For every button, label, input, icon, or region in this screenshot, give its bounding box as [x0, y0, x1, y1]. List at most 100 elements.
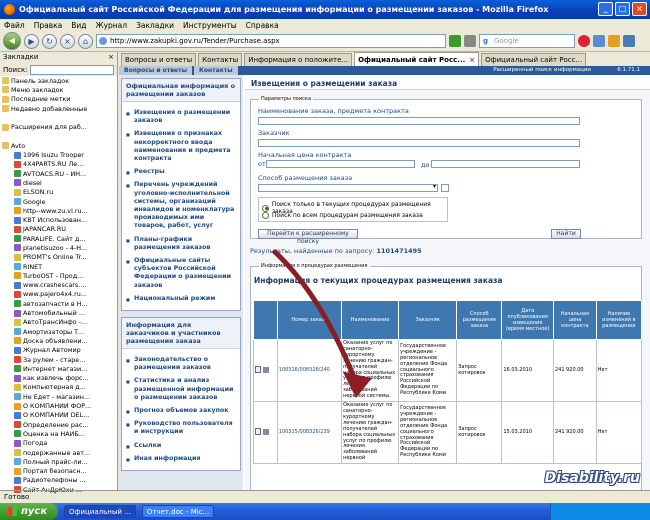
bookmark-item[interactable]: Интернет магази...	[0, 364, 117, 373]
nav-link[interactable]: Официальные сайты субъектов Российской Ф…	[126, 257, 236, 290]
tab-official-site[interactable]: Официальный сайт Росс...	[481, 53, 587, 66]
nav-link[interactable]: Ссылки	[126, 442, 236, 451]
nav-link[interactable]: Руководство пользователя и инструкции	[126, 420, 236, 436]
menu-bookmarks[interactable]: Закладки	[136, 21, 174, 30]
document-icon[interactable]	[255, 365, 261, 373]
bookmark-item[interactable]: Расширения для раб...	[0, 122, 117, 131]
tab-questions[interactable]: Вопросы и ответы	[121, 53, 197, 66]
sidebar-search-input[interactable]	[29, 64, 114, 75]
menu-view[interactable]: Вид	[71, 21, 86, 30]
bookmark-item[interactable]: KBT Использован...	[0, 215, 117, 224]
nav-link[interactable]: Статистика и анализ размещенной информац…	[126, 377, 236, 402]
site-header-link-contacts[interactable]: Контакты	[194, 66, 238, 75]
bookmark-item[interactable]: Google	[0, 197, 117, 206]
start-button[interactable]: пуск	[0, 503, 58, 520]
bookmark-item[interactable]: За рулем - старе...	[0, 355, 117, 364]
bookmark-item[interactable]: О КОМПАНИИ DEL...	[0, 411, 117, 420]
nav-link[interactable]: Планы-графики размещения заказов	[126, 236, 236, 252]
stop-button[interactable]: ×	[60, 33, 75, 49]
bookmark-item[interactable]: Недавно добавленные	[0, 104, 117, 113]
forward-button[interactable]: ▶	[24, 33, 39, 49]
advanced-info-link[interactable]: Расширенный поиск информации	[493, 67, 591, 73]
nav-link[interactable]: Реестры	[126, 168, 236, 177]
minimize-button[interactable]: _	[598, 2, 613, 16]
bookmark-item[interactable]: www.crashescars....	[0, 281, 117, 290]
bookmark-item[interactable]: Журнал Автомир	[0, 346, 117, 355]
bookmark-item[interactable]: подержанные авт...	[0, 448, 117, 457]
bookmark-item[interactable]: Портал безопасн...	[0, 466, 117, 475]
tab-close-icon[interactable]: ×	[469, 56, 475, 64]
extension-icon[interactable]	[608, 35, 620, 47]
bookmark-item[interactable]: Оценка на НАИБ...	[0, 429, 117, 438]
task-firefox[interactable]: Официальный ...	[64, 505, 136, 518]
bookmark-item[interactable]: RINET	[0, 262, 117, 271]
price-from-input[interactable]	[266, 160, 415, 168]
cell-number[interactable]: 100316/008326/240	[276, 338, 343, 403]
bookmark-item[interactable]: Меню закладок	[0, 85, 117, 94]
cell-number[interactable]: 100315/008326/239	[276, 401, 343, 465]
back-button[interactable]: ◀	[3, 32, 21, 50]
bookmark-item[interactable]: 1996 Isuzu Trooper	[0, 150, 117, 159]
bookmark-item[interactable]: ELSON.ru	[0, 188, 117, 197]
bookmark-item[interactable]: как извлечь форс...	[0, 374, 117, 383]
bookmark-item[interactable]: автозапчасти в Н...	[0, 299, 117, 308]
nav-link[interactable]: Извещения о размещении заказов	[126, 109, 236, 125]
menu-history[interactable]: Журнал	[96, 21, 128, 30]
tab-official-site-active[interactable]: Официальный сайт Росс... ×	[354, 52, 480, 66]
bookmark-item[interactable]: AVTOACS.RU - ИН...	[0, 169, 117, 178]
bookmark-item[interactable]: PARALIFE. Сайт д...	[0, 234, 117, 243]
bookmark-item[interactable]: Амортизаторы Т...	[0, 327, 117, 336]
bookmark-item[interactable]: Полный прайс-ли...	[0, 457, 117, 466]
tab-info[interactable]: Информация о положите...	[244, 53, 353, 66]
bookmark-item[interactable]: Avto	[0, 141, 117, 150]
search-input[interactable]: Google	[479, 34, 575, 48]
bookmark-item[interactable]: О КОМПАНИИ ФОР...	[0, 401, 117, 410]
bookmark-item[interactable]: Не Едет - магазин...	[0, 392, 117, 401]
nav-link[interactable]: Извещения о признаках некорректного ввод…	[126, 130, 236, 163]
bookmark-item[interactable]: 4X4PARTS.RU Ле...	[0, 160, 117, 169]
bookmark-item[interactable]: Панель закладок	[0, 76, 117, 85]
radio-all-procedures[interactable]: Поиск по всем процедурам размещения зака…	[262, 212, 423, 219]
print-icon[interactable]	[262, 428, 269, 435]
method-select[interactable]: ▾	[258, 183, 438, 192]
menu-edit[interactable]: Правка	[34, 21, 63, 30]
bookmark-item[interactable]: АвтоТрансИнфо -...	[0, 318, 117, 327]
maximize-button[interactable]: □	[615, 2, 630, 16]
bookmark-item[interactable]: TurboOST - Прод...	[0, 271, 117, 280]
nav-link[interactable]: Законодательство о размещении заказов	[126, 356, 236, 372]
customer-input[interactable]	[258, 139, 580, 147]
go-icon[interactable]	[449, 35, 461, 47]
document-icon[interactable]	[255, 427, 261, 435]
bookmark-item[interactable]: planetisuzoo - 4-H...	[0, 243, 117, 252]
bookmark-item[interactable]: Погода	[0, 439, 117, 448]
menu-help[interactable]: Справка	[246, 21, 279, 30]
tab-contacts[interactable]: Контакты	[198, 53, 243, 66]
advanced-search-button[interactable]: Перейти к расширенному поиску	[258, 229, 358, 245]
menu-file[interactable]: Файл	[4, 21, 25, 30]
reload-button[interactable]: ↻	[42, 33, 57, 49]
nav-link[interactable]: Перечень учреждений уголовно-исполнитель…	[126, 181, 236, 230]
bookmark-star-icon[interactable]	[464, 35, 476, 47]
bookmark-item[interactable]: Автомобильный ...	[0, 308, 117, 317]
bookmark-item[interactable]: Доска объявлени...	[0, 336, 117, 345]
task-word[interactable]: Отчет.doc - Mic...	[141, 505, 215, 518]
home-button[interactable]: ⌂	[78, 33, 93, 49]
bookmark-item[interactable]: JAPANCAR.RU	[0, 225, 117, 234]
url-bar[interactable]: http://www.zakupki.gov.ru/Tender/Purchas…	[96, 34, 446, 48]
bookmark-item[interactable]: Последние метки	[0, 95, 117, 104]
print-icon[interactable]	[262, 366, 269, 373]
name-input[interactable]	[258, 117, 580, 125]
menu-tools[interactable]: Инструменты	[183, 21, 237, 30]
bookmark-item[interactable]: Компьютерная д...	[0, 383, 117, 392]
nav-link[interactable]: Национальный режим	[126, 295, 236, 304]
nav-link[interactable]: Иная информация	[126, 455, 236, 464]
bookmark-item[interactable]: http--www.zu.vl.ru...	[0, 206, 117, 215]
find-button[interactable]: Найти	[551, 229, 581, 239]
bookmark-item[interactable]: www.pajero4x4.ru...	[0, 290, 117, 299]
adblock-icon[interactable]	[578, 35, 590, 47]
site-header-link-questions[interactable]: Вопросы и ответы	[119, 66, 192, 75]
bookmark-item[interactable]: Радиотелефоны ...	[0, 476, 117, 485]
toolbar-icon[interactable]	[623, 35, 635, 47]
price-to-input[interactable]	[431, 160, 580, 168]
method-help-button[interactable]	[441, 184, 449, 192]
